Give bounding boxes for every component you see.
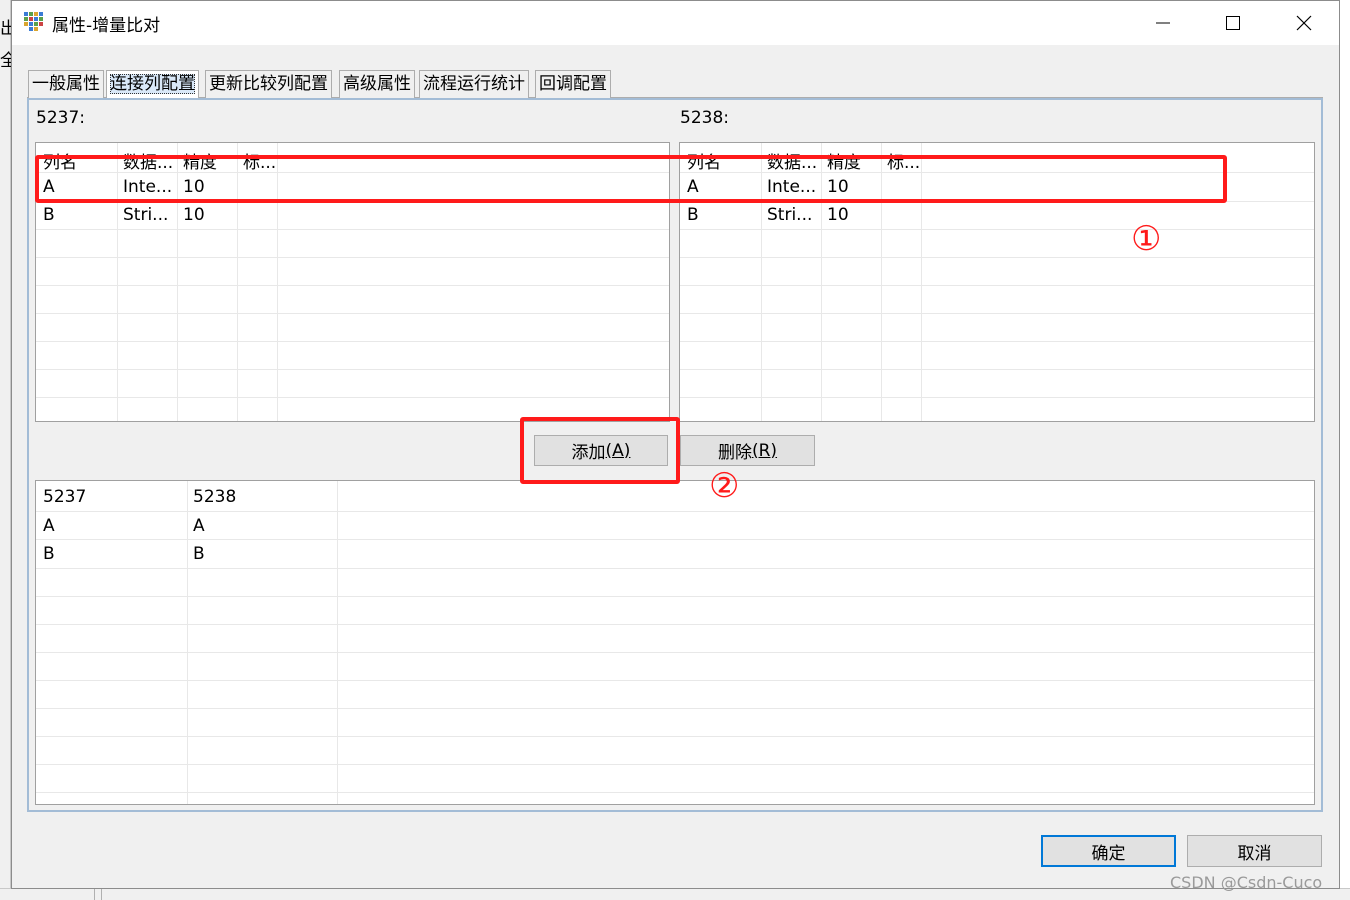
- table-cell[interactable]: Stri...: [123, 205, 177, 225]
- annotation-highlight-box: [35, 155, 1227, 203]
- close-button[interactable]: [1269, 1, 1339, 45]
- cancel-button[interactable]: 取消: [1187, 835, 1322, 867]
- background-bottom-strip: [0, 888, 1350, 900]
- minimize-button[interactable]: [1128, 1, 1198, 45]
- table-cell[interactable]: B: [193, 544, 205, 564]
- close-icon: [1296, 15, 1312, 31]
- window-title: 属性-增量比对: [52, 16, 161, 36]
- delete-button-label: 删除: [717, 443, 752, 463]
- table-cell[interactable]: Stri...: [767, 205, 821, 225]
- annotation-marker-1: ①: [1131, 219, 1162, 259]
- table-cell[interactable]: A: [43, 516, 55, 536]
- table-cell[interactable]: 10: [183, 205, 205, 225]
- grid-app-icon: [23, 10, 45, 32]
- table-cell[interactable]: B: [43, 544, 55, 564]
- maximize-button[interactable]: [1198, 1, 1268, 45]
- tab-general[interactable]: 一般属性: [28, 70, 104, 98]
- delete-button[interactable]: 删除 (R): [680, 435, 815, 466]
- tab-callback[interactable]: 回调配置: [535, 70, 611, 98]
- table-cell[interactable]: B: [43, 205, 55, 225]
- background-separator: [94, 889, 95, 900]
- watermark: CSDN @Csdn-Cuco: [1170, 873, 1323, 892]
- column-header[interactable]: 5237: [43, 487, 86, 507]
- maximize-icon: [1226, 16, 1240, 30]
- table-cell[interactable]: A: [193, 516, 205, 536]
- join-mapping-table[interactable]: 5237 5238 A A B B: [35, 480, 1315, 805]
- left-table-label: 5237:: [36, 108, 85, 128]
- minimize-icon: [1156, 22, 1170, 24]
- annotation-marker-2: ②: [709, 466, 740, 506]
- annotation-highlight-box: [520, 417, 680, 484]
- tab-join-columns[interactable]: 连接列配置: [106, 70, 199, 98]
- table-cell[interactable]: B: [687, 205, 699, 225]
- background-separator: [101, 889, 102, 900]
- tab-advanced[interactable]: 高级属性: [339, 70, 415, 98]
- column-header[interactable]: 5238: [193, 487, 236, 507]
- tab-run-statistics[interactable]: 流程运行统计: [419, 70, 529, 98]
- right-table-label: 5238:: [680, 108, 729, 128]
- delete-button-mnemonic: (R): [751, 440, 778, 461]
- tab-update-compare-columns[interactable]: 更新比较列配置: [205, 70, 332, 98]
- table-cell[interactable]: 10: [827, 205, 849, 225]
- ok-button[interactable]: 确定: [1041, 835, 1176, 867]
- background-left-strip: [0, 0, 11, 900]
